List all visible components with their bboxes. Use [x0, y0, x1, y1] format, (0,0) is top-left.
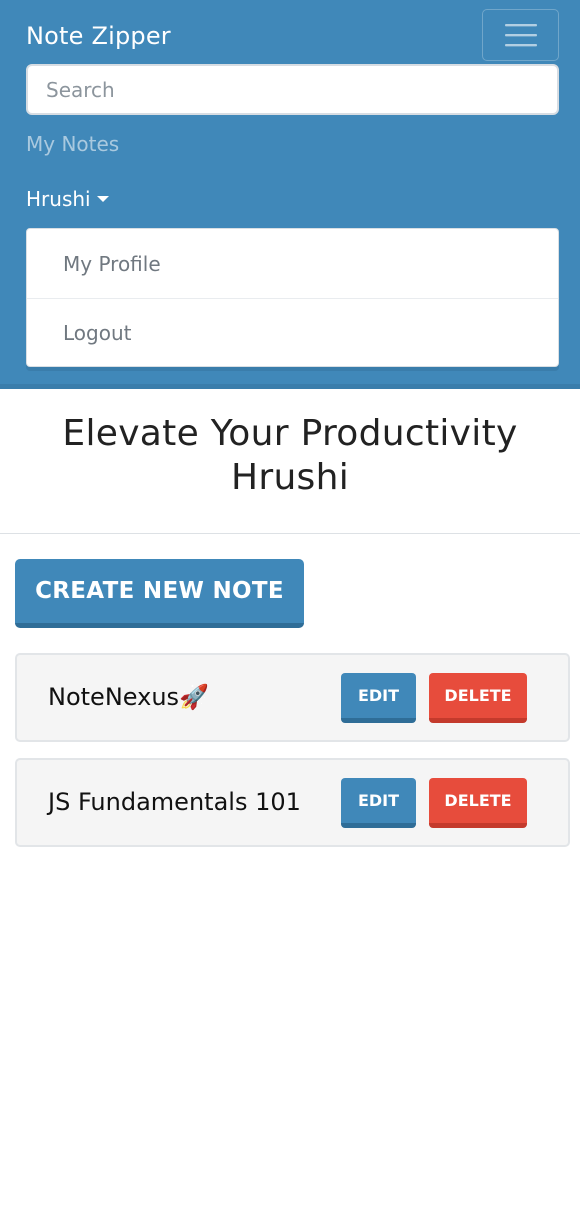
brand-logo[interactable]: Note Zipper: [26, 20, 171, 52]
note-card: JS Fundamentals 101 EDIT DELETE: [15, 758, 570, 847]
create-new-note-button[interactable]: CREATE NEW NOTE: [15, 559, 304, 628]
page-title: Elevate Your Productivity Hrushi: [0, 412, 580, 500]
navbar-toggler-button[interactable]: [482, 9, 559, 61]
divider: [0, 533, 580, 534]
user-dropdown-menu: My Profile Logout: [26, 228, 559, 367]
page-title-line1: Elevate Your Productivity: [62, 413, 518, 454]
nav-link-my-notes[interactable]: My Notes: [26, 130, 119, 158]
dropdown-item-my-profile[interactable]: My Profile: [27, 229, 558, 298]
note-title[interactable]: NoteNexus🚀: [48, 681, 209, 713]
note-card: NoteNexus🚀 EDIT DELETE: [15, 653, 570, 742]
dropdown-item-logout[interactable]: Logout: [27, 298, 558, 367]
user-dropdown-toggle[interactable]: Hrushi: [26, 185, 109, 213]
hamburger-menu-icon: [504, 24, 537, 47]
edit-button[interactable]: EDIT: [341, 778, 416, 828]
delete-button[interactable]: DELETE: [429, 778, 527, 828]
caret-down-icon: [96, 196, 109, 202]
search-input[interactable]: [26, 64, 559, 115]
edit-button[interactable]: EDIT: [341, 673, 416, 723]
note-title[interactable]: JS Fundamentals 101: [48, 786, 301, 818]
username-label: Hrushi: [26, 187, 91, 211]
page-title-line2: Hrushi: [230, 457, 350, 498]
delete-button[interactable]: DELETE: [429, 673, 527, 723]
navbar: Note Zipper My Notes Hrushi My Profile L…: [0, 0, 580, 389]
